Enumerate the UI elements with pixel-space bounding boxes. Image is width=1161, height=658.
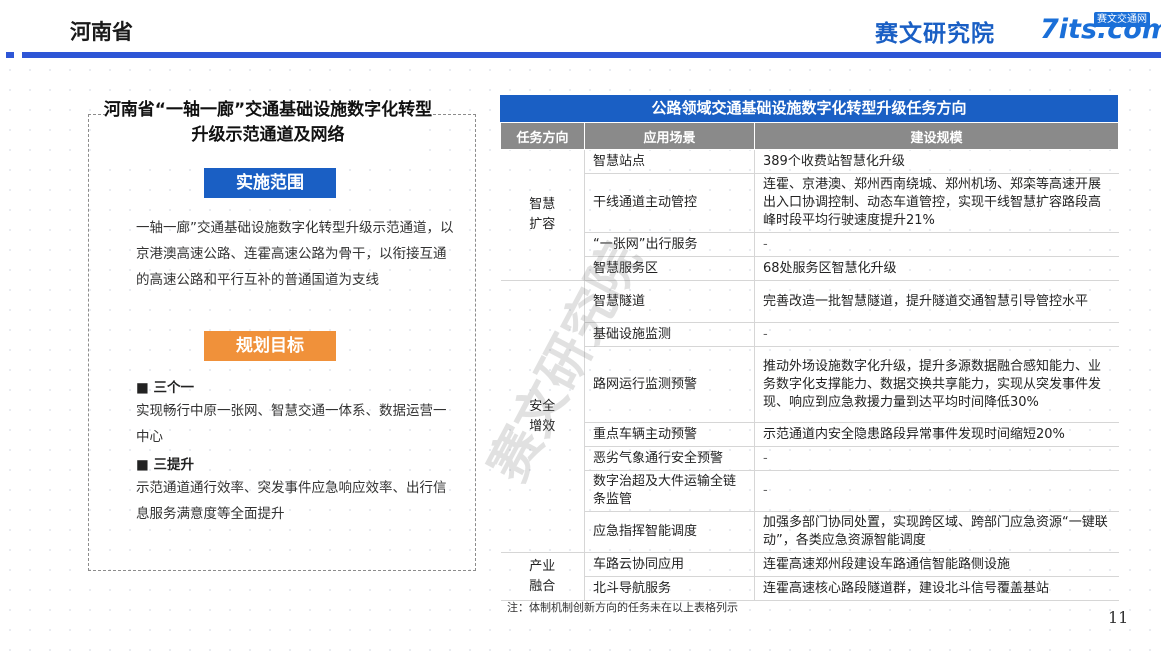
header-scale: 建设规模	[754, 122, 1119, 150]
table-row: 智慧服务区 68处服务区智慧化升级	[501, 256, 1119, 281]
scene-cell: 数字治超及大件运输全链条监管	[584, 470, 755, 512]
table-row: 干线通道主动管控 连霍、京港澳、郑州西南绕城、郑州机场、郑栾等高速开展出入口协调控…	[501, 173, 1119, 233]
table-row: 重点车辆主动预警 示范通道内安全隐患路段异常事件发现时间缩短20%	[501, 422, 1119, 447]
direction-cell: 智慧 扩容	[500, 149, 585, 281]
scale-cell: 完善改造一批智慧隧道，提升隧道交通智慧引导管控水平	[754, 280, 1119, 323]
scale-cell: 推动外场设施数字化升级，提升多源数据融合感知能力、业务数字化支撑能力、数据交换共…	[754, 346, 1119, 423]
scene-cell: “一张网”出行服务	[584, 232, 755, 257]
table-row: 北斗导航服务 连霍高速核心路段隧道群，建设北斗信号覆盖基站	[501, 576, 1119, 601]
scale-cell: 连霍高速核心路段隧道群，建设北斗信号覆盖基站	[754, 576, 1119, 601]
header-direction: 任务方向	[500, 122, 585, 150]
table-header-row: 任务方向 应用场景 建设规模	[500, 122, 1119, 150]
logo-badge: 赛文交通网	[1094, 12, 1150, 27]
page-number: 11	[1108, 608, 1129, 627]
scale-cell: -	[754, 446, 1119, 471]
table-title: 公路领域交通基础设施数字化转型升级任务方向	[500, 95, 1118, 122]
scale-cell: -	[754, 470, 1119, 512]
table-row: 智慧 扩容 智慧站点 389个收费站智慧化升级	[500, 149, 1119, 281]
table-row: “一张网”出行服务 -	[501, 232, 1119, 257]
header-divider-bar	[22, 52, 1161, 58]
scene-cell: 应急指挥智能调度	[584, 511, 755, 553]
table-row: 安全 增效 智慧隧道 完善改造一批智慧隧道，提升隧道交通智慧引导管控水平	[500, 280, 1119, 553]
scene-cell: 智慧站点	[584, 149, 755, 174]
table-row: 恶劣气象通行安全预警 -	[501, 446, 1119, 471]
goals-label: 规划目标	[204, 331, 336, 361]
table-row: 路网运行监测预警 推动外场设施数字化升级，提升多源数据融合感知能力、业务数字化支撑…	[501, 346, 1119, 423]
header-accent-square	[6, 52, 14, 58]
scale-cell: -	[754, 322, 1119, 347]
scope-text: 一轴一廊”交通基础设施数字化转型升级示范通道，以京港澳高速公路、连霍高速公路为骨…	[136, 220, 454, 288]
scale-cell: 示范通道内安全隐患路段异常事件发现时间缩短20%	[754, 422, 1119, 447]
table-row: 数字治超及大件运输全链条监管 -	[501, 470, 1119, 512]
goal1-title: ■ 三个一	[136, 380, 194, 396]
scene-cell: 智慧隧道	[584, 280, 755, 323]
table-body: 智慧 扩容 智慧站点 389个收费站智慧化升级 干线通道主动管控 连霍、京港澳、郑州西南…	[500, 149, 1119, 601]
table-row: 产业 融合 车路云协同应用 连霍高速郑州段建设车路通信智能路侧设施	[500, 552, 1119, 601]
table-row: 基础设施监测 -	[501, 322, 1119, 347]
direction-cell: 产业 融合	[500, 552, 585, 601]
scale-cell: 68处服务区智慧化升级	[754, 256, 1119, 281]
page-title: 河南省	[70, 20, 133, 44]
direction-cell: 安全 增效	[500, 280, 585, 553]
left-panel-title: 河南省“一轴一廊”交通基础设施数字化转型升级示范通道及网络	[103, 100, 433, 145]
scale-cell: 加强多部门协同处置，实现跨区域、跨部门应急资源“一键联动”，各类应急资源智能调度	[754, 511, 1119, 553]
scope-label: 实施范围	[204, 168, 336, 198]
task-table-grid: 任务方向 应用场景 建设规模 智慧 扩容 智慧站点 389个收费站智慧化升级 干线通道…	[500, 122, 1119, 601]
goal2-text: 示范通道通行效率、突发事件应急响应效率、出行信息服务满意度等全面提升	[136, 480, 447, 522]
brand-name: 赛文研究院	[875, 21, 995, 47]
scene-cell: 基础设施监测	[584, 322, 755, 347]
table-row: 应急指挥智能调度 加强多部门协同处置，实现跨区域、跨部门应急资源“一键联动”，各类…	[501, 511, 1119, 553]
scene-cell: 恶劣气象通行安全预警	[584, 446, 755, 471]
scene-cell: 干线通道主动管控	[584, 173, 755, 233]
scene-cell: 重点车辆主动预警	[584, 422, 755, 447]
table-note: 注：体制机制创新方向的任务未在以上表格列示	[507, 601, 738, 614]
scene-cell: 北斗导航服务	[584, 576, 755, 601]
scale-cell: 连霍高速郑州段建设车路通信智能路侧设施	[754, 552, 1119, 577]
scene-cell: 车路云协同应用	[584, 552, 755, 577]
scale-cell: -	[754, 232, 1119, 257]
scale-cell: 连霍、京港澳、郑州西南绕城、郑州机场、郑栾等高速开展出入口协调控制、动态车道管控…	[754, 173, 1119, 233]
scene-cell: 路网运行监测预警	[584, 346, 755, 423]
header: 河南省 赛文研究院 7its.com 赛文交通网	[0, 0, 1161, 60]
scene-cell: 智慧服务区	[584, 256, 755, 281]
header-scene: 应用场景	[584, 122, 755, 150]
goal1-text: 实现畅行中原一张网、智慧交通一体系、数据运营一中心	[136, 403, 447, 445]
task-table: 公路领域交通基础设施数字化转型升级任务方向 任务方向 应用场景 建设规模 智慧 …	[500, 95, 1119, 601]
goal2-title: ■ 三提升	[136, 457, 194, 473]
scale-cell: 389个收费站智慧化升级	[754, 149, 1119, 174]
